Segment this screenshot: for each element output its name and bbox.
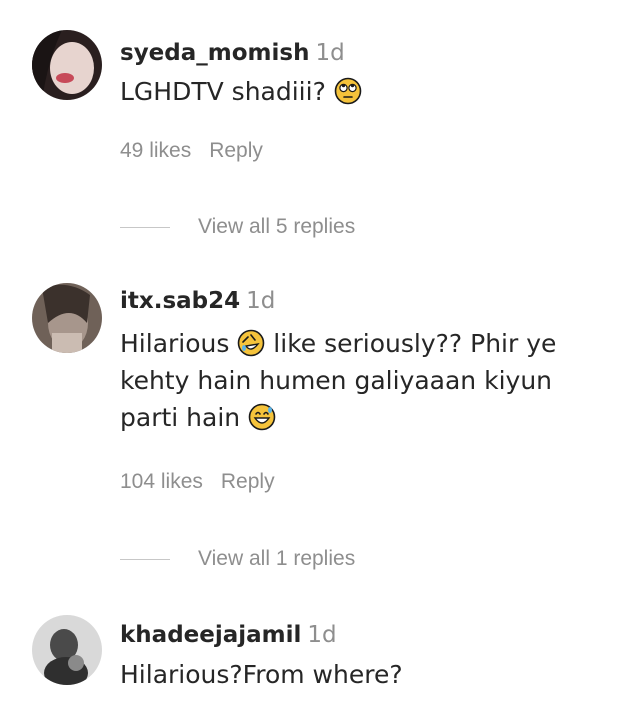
comment-line: kehty hain humen galiyaaan kiyun (120, 366, 553, 395)
view-replies-button[interactable]: View all 5 replies (120, 212, 355, 242)
avatar[interactable] (32, 283, 102, 353)
comment-text: LGHDTV shadiii? (120, 73, 620, 110)
comment-text: Hilarious like seriously?? Phir ye kehty… (120, 325, 620, 436)
view-replies-button[interactable]: View all 1 replies (120, 544, 355, 574)
rolling-on-floor-laughing-icon (237, 329, 265, 357)
timestamp: 1d (307, 622, 337, 648)
username[interactable]: khadeejajamil 1d (120, 622, 337, 648)
username[interactable]: syeda_momish 1d (120, 40, 345, 66)
likes-count[interactable]: 104 likes (120, 470, 203, 493)
grinning-face-with-sweat-icon (248, 403, 276, 431)
timestamp: 1d (315, 40, 345, 66)
comment-line: parti hain (120, 399, 620, 436)
avatar[interactable] (32, 615, 102, 685)
comment-actions: 49 likes Reply (120, 139, 263, 163)
divider (120, 226, 170, 228)
divider (120, 558, 170, 560)
comment-text: Hilarious?From where? (120, 660, 403, 689)
comment-line: Hilarious like seriously?? Phir ye (120, 329, 557, 358)
reply-button[interactable]: Reply (221, 470, 275, 493)
timestamp: 1d (246, 288, 276, 314)
avatar[interactable] (32, 30, 102, 100)
comment-actions: 104 likes Reply (120, 470, 275, 494)
username[interactable]: itx.sab24 1d (120, 288, 275, 314)
likes-count[interactable]: 49 likes (120, 139, 191, 162)
reply-button[interactable]: Reply (209, 139, 263, 162)
face-with-rolling-eyes-icon (334, 77, 362, 105)
